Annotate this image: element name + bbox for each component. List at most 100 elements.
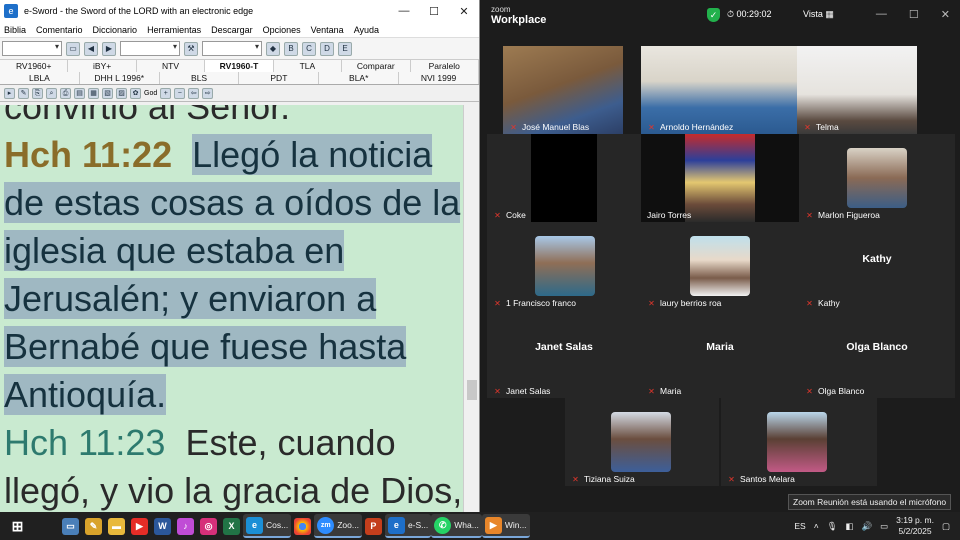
- verse-ref[interactable]: Hch 11:22: [4, 134, 172, 175]
- tab-paralelo[interactable]: Paralelo: [411, 60, 479, 72]
- participant-tile[interactable]: ✕ laury berrios roa: [641, 222, 799, 310]
- god-dropdown[interactable]: God: [144, 90, 157, 97]
- tab-iby[interactable]: iBY+: [68, 60, 137, 72]
- maximize-icon[interactable]: ☐: [419, 5, 449, 18]
- forward-icon[interactable]: ▶: [102, 41, 116, 56]
- battery-icon[interactable]: ▭: [880, 521, 888, 532]
- palette-icon[interactable]: ✿: [130, 87, 141, 99]
- close-icon[interactable]: ✕: [449, 5, 479, 18]
- participant-tile[interactable]: ✕ Tiziana Suiza: [565, 398, 719, 486]
- instagram-icon[interactable]: ◎: [197, 514, 220, 538]
- tab-bls[interactable]: BLS: [160, 72, 240, 84]
- mic-muted-icon: ✕: [804, 122, 811, 132]
- menu-ayuda[interactable]: Ayuda: [354, 25, 379, 35]
- tab-dhh[interactable]: DHH L 1996*: [80, 72, 160, 84]
- tab-rv1960plus[interactable]: RV1960+: [0, 60, 69, 72]
- taskbar-zoom[interactable]: zm Zoo...: [314, 514, 362, 538]
- tools-icon[interactable]: ⚒: [184, 41, 198, 56]
- tab-tla[interactable]: TLA: [274, 60, 343, 72]
- participant-tile[interactable]: ✕ Coke: [487, 134, 641, 222]
- minimize-icon[interactable]: —: [389, 5, 419, 17]
- participant-tile-active-speaker[interactable]: Jairo Torres: [641, 134, 799, 222]
- close-icon[interactable]: ✕: [941, 8, 950, 21]
- security-shield-icon[interactable]: ✓: [707, 8, 720, 22]
- copy-icon[interactable]: ⎘: [32, 87, 43, 99]
- chapter-select[interactable]: [120, 41, 180, 56]
- participant-tile[interactable]: Maria ✕ Maria: [641, 310, 799, 398]
- verse-select[interactable]: [202, 41, 262, 56]
- language-indicator[interactable]: ES: [794, 521, 805, 531]
- word-icon[interactable]: W: [151, 514, 174, 538]
- excel-icon[interactable]: X: [220, 514, 243, 538]
- tab-nvi1999[interactable]: NVI 1999: [399, 72, 479, 84]
- volume-icon[interactable]: 🔊: [862, 521, 873, 532]
- tab-lbla[interactable]: LBLA: [0, 72, 80, 84]
- book-icon[interactable]: ▤: [74, 87, 85, 99]
- maximize-icon[interactable]: ☐: [909, 8, 919, 21]
- participant-tile[interactable]: Olga Blanco ✕ Olga Blanco: [799, 310, 955, 398]
- layout-d-icon[interactable]: D: [320, 41, 334, 56]
- prev-icon[interactable]: ⇦: [188, 87, 200, 99]
- chrome-icon[interactable]: [291, 514, 314, 538]
- chevron-up-icon[interactable]: ˄: [814, 521, 819, 531]
- layout-b-icon[interactable]: B: [284, 41, 298, 56]
- view-button[interactable]: Vista ▦: [803, 9, 834, 20]
- eraser-icon[interactable]: ◆: [266, 41, 280, 56]
- participant-tile[interactable]: ✕ 1 Francisco franco: [487, 222, 641, 310]
- camera-icon[interactable]: ◧: [846, 521, 854, 532]
- tab-comparar[interactable]: Comparar: [342, 60, 411, 72]
- windows-start-icon[interactable]: ⊞: [6, 514, 29, 538]
- itunes-icon[interactable]: ♪: [174, 514, 197, 538]
- menu-descargar[interactable]: Descargar: [211, 25, 253, 35]
- scroll-thumb[interactable]: [467, 380, 477, 400]
- tab-rv1960t[interactable]: RV1960-T: [205, 60, 274, 72]
- menu-ventana[interactable]: Ventana: [311, 25, 344, 35]
- clock[interactable]: 3:19 p. m. 5/2/2025: [896, 515, 934, 537]
- back-icon[interactable]: ◀: [84, 41, 98, 56]
- menu-biblia[interactable]: Biblia: [4, 25, 26, 35]
- notes-icon[interactable]: ▦: [88, 87, 99, 99]
- book-select[interactable]: [2, 41, 62, 56]
- menu-comentario[interactable]: Comentario: [36, 25, 83, 35]
- participant-tile[interactable]: Janet Salas ✕ Janet Salas: [487, 310, 641, 398]
- participant-tile[interactable]: ✕ Marlon Figueroa: [799, 134, 955, 222]
- menu-opciones[interactable]: Opciones: [263, 25, 301, 35]
- taskbar-media-player[interactable]: ▶ Win...: [481, 514, 530, 538]
- clipboard-icon[interactable]: ▨: [116, 87, 127, 99]
- layout-e-icon[interactable]: E: [338, 41, 352, 56]
- tab-bla[interactable]: BLA*: [319, 72, 400, 84]
- computer-icon[interactable]: ▭: [59, 514, 82, 538]
- tab-ntv[interactable]: NTV: [137, 60, 206, 72]
- menu-herramientas[interactable]: Herramientas: [147, 25, 201, 35]
- layout-c-icon[interactable]: C: [302, 41, 316, 56]
- reader-scrollbar[interactable]: [463, 105, 479, 512]
- participant-tile[interactable]: ✕ Santos Melara: [721, 398, 877, 486]
- edit-icon[interactable]: ✎: [18, 87, 29, 99]
- microphone-icon[interactable]: 🎙: [827, 521, 838, 532]
- folder-icon[interactable]: ▬: [105, 514, 128, 538]
- minimize-icon[interactable]: —: [876, 8, 887, 21]
- participant-tile[interactable]: ✕ José Manuel Blas: [503, 46, 623, 134]
- bible-reader[interactable]: convirtió al Señor. Hch 11:22 Llegó la n…: [0, 105, 463, 512]
- print-icon[interactable]: ⎙: [60, 87, 71, 99]
- next-icon[interactable]: ⇨: [202, 87, 214, 99]
- verse-ref[interactable]: Hch 11:23: [4, 422, 165, 463]
- notifications-icon[interactable]: ▢: [942, 521, 950, 532]
- taskbar-esword[interactable]: e e-S...: [384, 514, 432, 538]
- taskbar-whatsapp[interactable]: ✆ Wha...: [431, 514, 482, 538]
- participant-tile[interactable]: Kathy ✕ Kathy: [799, 222, 955, 310]
- participant-tile[interactable]: ✕ Arnoldo Hernández: [641, 46, 797, 134]
- monitor-icon[interactable]: ▭: [66, 41, 80, 56]
- zoom-in-icon[interactable]: +: [160, 87, 172, 99]
- menu-diccionario[interactable]: Diccionario: [93, 25, 138, 35]
- youtube-icon[interactable]: ▶: [128, 514, 151, 538]
- paste-icon[interactable]: ▧: [102, 87, 113, 99]
- search-icon[interactable]: ⌕: [46, 87, 57, 99]
- tab-pdt[interactable]: PDT: [239, 72, 320, 84]
- taskbar-edge[interactable]: e Cos...: [243, 514, 292, 538]
- powerpoint-icon[interactable]: P: [362, 514, 385, 538]
- paint-icon[interactable]: ✎: [82, 514, 105, 538]
- play-icon[interactable]: ▸: [4, 87, 15, 99]
- zoom-out-icon[interactable]: −: [174, 87, 186, 99]
- participant-tile[interactable]: ✕ Telma: [797, 46, 917, 134]
